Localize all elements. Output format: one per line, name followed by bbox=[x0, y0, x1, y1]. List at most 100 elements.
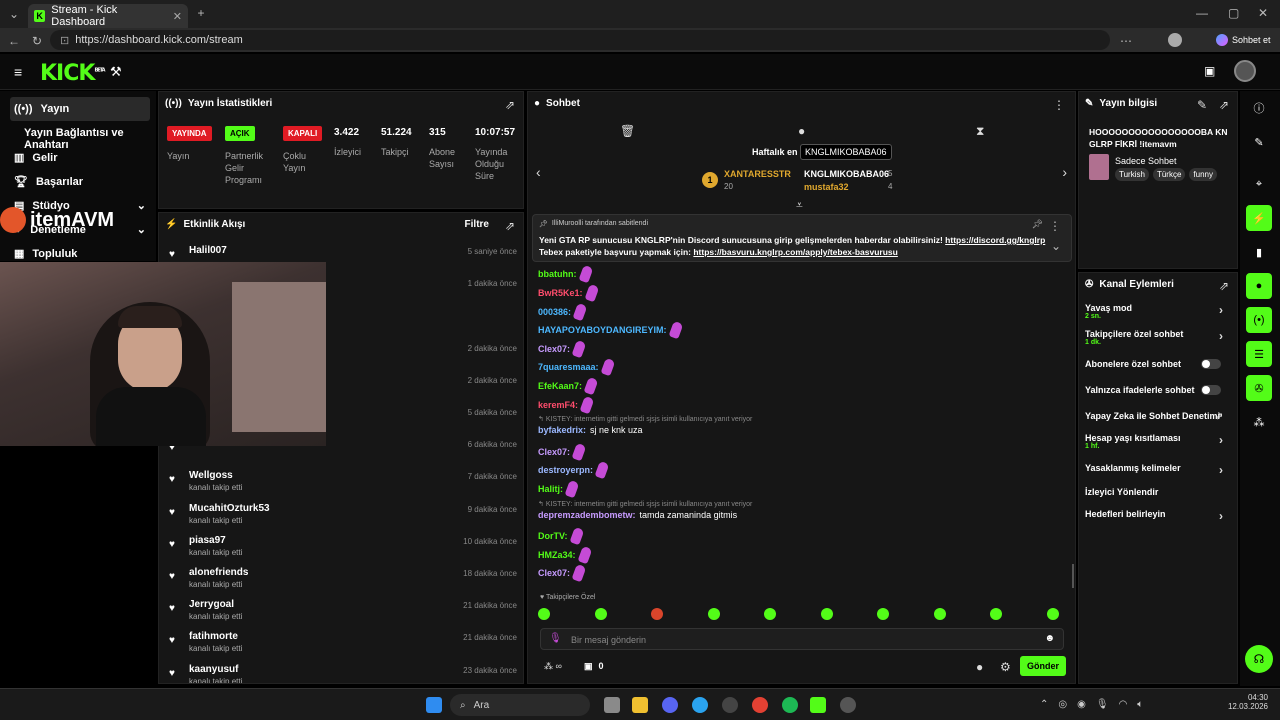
maximize-icon[interactable]: ▢ bbox=[1228, 6, 1239, 20]
emote-icon[interactable] bbox=[538, 608, 550, 620]
emote-icon[interactable] bbox=[1046, 608, 1059, 620]
action-item[interactable]: Yalnızca ifadelerle sohbet bbox=[1085, 385, 1227, 395]
emote-icon[interactable] bbox=[877, 608, 889, 620]
sidebar-item-stream-key[interactable]: Yayın Bağlantısı ve Anahtarı bbox=[24, 127, 156, 151]
sidebar-item-topluluk[interactable]: ▦ Topluluk bbox=[14, 247, 77, 261]
emote-icon[interactable] bbox=[707, 608, 720, 620]
hammer-icon[interactable]: ⚒ bbox=[110, 64, 122, 80]
emote-icon[interactable] bbox=[651, 608, 663, 620]
chat-icon[interactable]: ● bbox=[1246, 273, 1272, 299]
discord-link[interactable]: https://discord.gg/knglrp bbox=[945, 235, 1045, 245]
sidebar-item-gelir[interactable]: ▥ Gelir bbox=[14, 151, 57, 165]
windows-start-icon[interactable] bbox=[426, 697, 442, 713]
sidebar-item-yayin[interactable]: ((•)) Yayın bbox=[14, 103, 69, 115]
chevron-left-icon[interactable]: ‹ bbox=[536, 164, 541, 180]
toggle-switch[interactable] bbox=[1201, 385, 1221, 395]
chat-username[interactable]: 7quaresmaaa: bbox=[538, 362, 599, 372]
tag-chip[interactable]: funny bbox=[1189, 168, 1217, 181]
preview-icon[interactable]: ▣ bbox=[1204, 64, 1215, 78]
profile-avatar[interactable] bbox=[1168, 33, 1182, 47]
hamburger-menu-icon[interactable]: ≡ bbox=[14, 64, 22, 80]
browser-tab[interactable]: K Stream - Kick Dashboard ✕ bbox=[28, 4, 188, 28]
lightning-icon[interactable]: ⚡ bbox=[1246, 205, 1272, 231]
gear-icon[interactable]: ⚙ bbox=[1000, 660, 1011, 674]
trash-icon[interactable]: 🗑︎ bbox=[620, 124, 635, 138]
spotify-icon[interactable] bbox=[782, 697, 798, 713]
chat-username[interactable]: Clex07: bbox=[538, 344, 570, 354]
tab-menu-icon[interactable]: ⌄ bbox=[6, 6, 22, 22]
popout-icon[interactable]: ⇗ bbox=[1219, 279, 1229, 293]
chat-username[interactable]: DorTV: bbox=[538, 531, 568, 541]
mic-icon[interactable]: 🎙︎ bbox=[549, 633, 562, 644]
chat-username[interactable]: Clex07: bbox=[538, 447, 570, 457]
support-icon[interactable]: ☊ bbox=[1245, 645, 1273, 673]
collapse-icon[interactable]: ⩡ bbox=[796, 198, 803, 213]
chat-username[interactable]: byfakedrix: bbox=[538, 425, 586, 435]
activity-user[interactable]: MucahitOzturk53 bbox=[189, 503, 270, 514]
taskbar-search[interactable]: ⌕ Ara bbox=[450, 694, 590, 716]
emoji-icon[interactable]: ☻ bbox=[1044, 633, 1055, 644]
task-view-icon[interactable] bbox=[604, 697, 620, 713]
action-item[interactable]: İzleyici Yönlendir bbox=[1085, 487, 1227, 497]
reload-icon[interactable]: ↻ bbox=[32, 34, 42, 48]
tag-chip[interactable]: Türkçe bbox=[1152, 168, 1186, 181]
broadcast-icon[interactable]: (•) bbox=[1246, 307, 1272, 333]
chat-users-icon[interactable]: ⁂ ∞ bbox=[544, 661, 562, 672]
clock[interactable]: 04:30 12.03.2026 bbox=[1224, 693, 1268, 711]
pinned-more-icon[interactable]: ⋮ bbox=[1049, 219, 1061, 233]
popout-icon[interactable]: ⇗ bbox=[505, 98, 515, 112]
action-item[interactable]: Hesap yaşı kısıtlaması 1 hf. › bbox=[1085, 433, 1227, 450]
close-window-icon[interactable]: ✕ bbox=[1258, 6, 1268, 20]
tebex-link[interactable]: https://basvuru.knglrp.com/apply/tebex-b… bbox=[693, 247, 898, 257]
unpin-icon[interactable]: 📌︎ bbox=[1032, 219, 1043, 230]
chat-username[interactable]: Clex07: bbox=[538, 568, 570, 578]
chat-username[interactable]: Halitj: bbox=[538, 484, 563, 494]
emote-icon[interactable] bbox=[594, 608, 607, 620]
chat-username[interactable]: 000386: bbox=[538, 307, 571, 317]
kick-app-icon[interactable] bbox=[810, 697, 826, 713]
toggle-switch[interactable] bbox=[1201, 359, 1221, 369]
expand-chevron-icon[interactable]: ⌄ bbox=[1051, 239, 1061, 253]
chat-username[interactable]: HAYAPOYABOYDANGIREYIM: bbox=[538, 325, 667, 335]
emote-icon[interactable] bbox=[990, 608, 1002, 620]
minimize-icon[interactable]: — bbox=[1196, 6, 1208, 20]
chat-username[interactable]: HMZa34: bbox=[538, 550, 576, 560]
activity-user[interactable]: Halil007 bbox=[189, 245, 227, 256]
back-icon[interactable]: ← bbox=[8, 34, 20, 48]
action-item[interactable]: Hedefleri belirleyin › bbox=[1085, 509, 1227, 523]
chat-scrollbar[interactable] bbox=[1072, 564, 1074, 588]
send-button[interactable]: Gönder bbox=[1020, 656, 1066, 676]
edge-icon[interactable] bbox=[692, 697, 708, 713]
chat-username[interactable]: EfeKaan7: bbox=[538, 381, 582, 391]
obs-icon[interactable] bbox=[722, 697, 738, 713]
copy-icon[interactable]: ▮ bbox=[1246, 239, 1272, 265]
emote-icon[interactable] bbox=[764, 608, 776, 620]
chat-username[interactable]: destroyerpn: bbox=[538, 465, 593, 475]
chat-username[interactable]: keremF4: bbox=[538, 400, 578, 410]
info-icon[interactable]: ⓘ bbox=[1246, 95, 1272, 121]
popout-icon[interactable]: ⇗ bbox=[1219, 98, 1229, 112]
activity-user[interactable]: Wellgoss bbox=[189, 470, 233, 481]
activity-user[interactable]: Jerrygoal bbox=[189, 599, 234, 610]
action-item[interactable]: Yasaklanmış kelimeler › bbox=[1085, 463, 1227, 477]
gift-counter[interactable]: ▣ 0 bbox=[584, 661, 604, 672]
chat-username[interactable]: BwR5Ke1: bbox=[538, 288, 583, 298]
sidebar-item-basarilar[interactable]: 🏆︎ Başarılar bbox=[14, 175, 83, 189]
activity-user[interactable]: kaanyusuf bbox=[189, 664, 238, 675]
site-info-icon[interactable]: ⊡ bbox=[60, 34, 69, 47]
filter-button[interactable]: Filtre bbox=[465, 219, 489, 230]
pen-icon[interactable]: ✎ bbox=[1246, 129, 1272, 155]
emote-icon[interactable] bbox=[933, 608, 946, 620]
system-tray[interactable]: ⌃ ◎ ◉ 🎙︎ ◠ 🔈︎ bbox=[1040, 699, 1143, 710]
chevron-right-icon[interactable]: › bbox=[1062, 164, 1067, 180]
users-icon[interactable]: ⁂ bbox=[1246, 409, 1272, 435]
app-icon[interactable] bbox=[840, 697, 856, 713]
hourglass-icon[interactable]: ⧗ bbox=[976, 124, 984, 139]
chat-username[interactable]: bbatuhn: bbox=[538, 269, 577, 279]
user-avatar[interactable] bbox=[1234, 60, 1256, 82]
activity-user[interactable]: piasa97 bbox=[189, 535, 226, 546]
action-item[interactable]: Abonelere özel sohbet bbox=[1085, 359, 1227, 369]
tag-chip[interactable]: Turkish bbox=[1115, 168, 1149, 181]
chat-settings-icon[interactable]: ● bbox=[976, 660, 983, 674]
chat-bubble-icon[interactable]: ● bbox=[798, 124, 805, 138]
